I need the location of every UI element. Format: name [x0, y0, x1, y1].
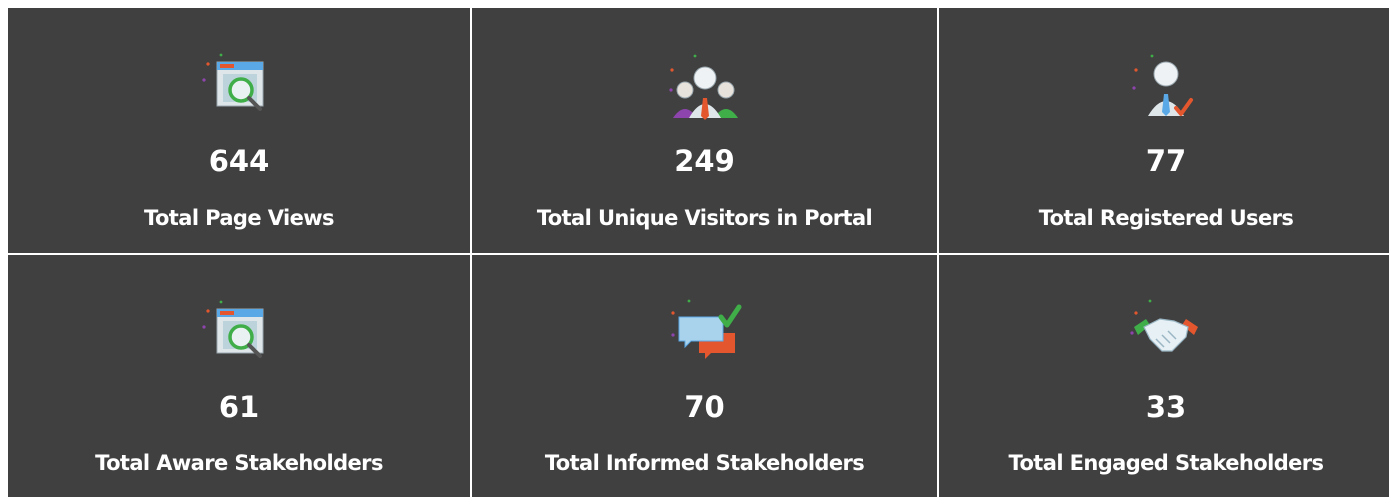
browser-search-icon [199, 297, 279, 369]
stat-tile-registered-users: 77 Total Registered Users [939, 8, 1389, 253]
chat-check-icon [665, 297, 745, 369]
stat-label: Total Page Views [144, 206, 334, 230]
handshake-icon [1126, 297, 1206, 369]
stat-value: 33 [1145, 390, 1187, 424]
visitors-group-icon [665, 50, 745, 122]
stat-label: Total Aware Stakeholders [95, 451, 383, 475]
stat-tile-aware-stakeholders: 61 Total Aware Stakeholders [8, 255, 470, 497]
stat-value: 249 [674, 144, 735, 178]
stats-grid: 644 Total Page Views 249 Total Unique Vi… [8, 8, 1389, 497]
stat-value: 61 [218, 390, 260, 424]
stat-label: Total Registered Users [1038, 206, 1294, 230]
stat-value: 644 [208, 144, 270, 178]
stat-value: 70 [684, 390, 725, 424]
stat-tile-page-views: 644 Total Page Views [8, 8, 470, 253]
stat-tile-informed-stakeholders: 70 Total Informed Stakeholders [472, 255, 937, 497]
stat-label: Total Unique Visitors in Portal [536, 206, 873, 230]
browser-search-icon [199, 50, 279, 122]
stat-label: Total Engaged Stakeholders [1008, 451, 1324, 475]
stat-value: 77 [1145, 144, 1187, 178]
stat-tile-unique-visitors: 249 Total Unique Visitors in Portal [472, 8, 937, 253]
stat-label: Total Informed Stakeholders [544, 451, 865, 475]
registered-user-icon [1126, 50, 1206, 122]
stat-tile-engaged-stakeholders: 33 Total Engaged Stakeholders [939, 255, 1389, 497]
